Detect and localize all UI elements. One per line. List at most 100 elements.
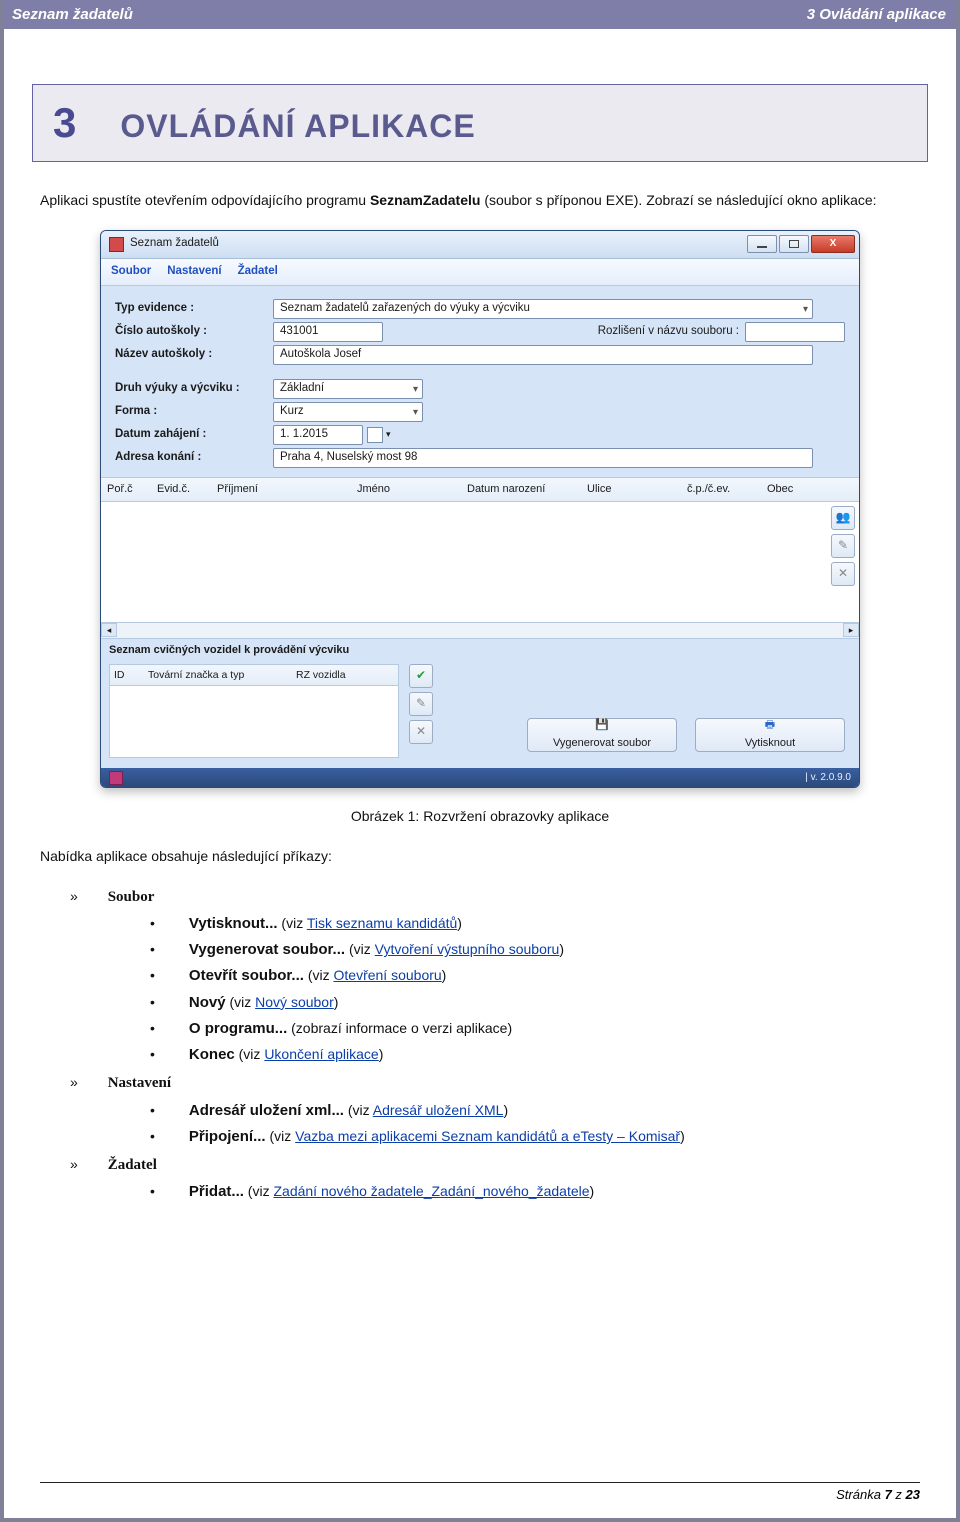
link-tisk-seznamu[interactable]: Tisk seznamu kandidátů bbox=[307, 915, 457, 931]
menu-name-soubor: Soubor bbox=[108, 889, 155, 905]
input-school-name[interactable]: Autoškola Josef bbox=[273, 345, 813, 365]
label-file-resolution: Rozlišení v názvu souboru : bbox=[598, 323, 739, 341]
input-file-resolution[interactable] bbox=[745, 322, 845, 342]
input-school-number[interactable]: 431001 bbox=[273, 322, 383, 342]
link-otevreni-souboru[interactable]: Otevření souboru bbox=[334, 967, 442, 983]
footer-of: z bbox=[892, 1487, 906, 1502]
menu-item-zadatel: Žadatel Přidat... (viz Zadání nového žad… bbox=[70, 1154, 920, 1204]
menu-soubor[interactable]: Soubor bbox=[111, 263, 151, 281]
delete-vehicle-button[interactable]: ✕ bbox=[409, 720, 433, 744]
intro-paragraph: Aplikaci spustíte otevřením odpovídající… bbox=[40, 190, 920, 212]
close-button[interactable]: X bbox=[811, 235, 855, 253]
save-icon: 💾 bbox=[595, 717, 609, 734]
cmd-label: O programu... bbox=[189, 1020, 287, 1037]
col-porc: Poř.č bbox=[107, 481, 147, 498]
col-prijmeni: Příjmení bbox=[217, 481, 347, 498]
col-ulice: Ulice bbox=[587, 481, 677, 498]
menubar: Soubor Nastavení Žadatel bbox=[101, 259, 859, 286]
check-icon: ✔ bbox=[416, 666, 426, 685]
edit-applicant-button[interactable]: ✎ bbox=[831, 534, 855, 558]
chapter-title: OVLÁDÁNÍ APLIKACE bbox=[120, 108, 475, 145]
maximize-button[interactable] bbox=[779, 235, 809, 253]
print-label: Vytisknout bbox=[745, 735, 795, 752]
cmd-pridat: Přidat... (viz Zadání nového žadatele_Za… bbox=[150, 1180, 920, 1203]
app-icon bbox=[109, 237, 124, 252]
page-footer: Stránka 7 z 23 bbox=[40, 1482, 920, 1502]
link-adresar-xml[interactable]: Adresář uložení XML bbox=[373, 1102, 504, 1118]
col-vehicle-rz: RZ vozidla bbox=[296, 667, 376, 683]
footer-page-number: 7 bbox=[885, 1487, 892, 1502]
chapter-number: 3 bbox=[53, 99, 76, 147]
document-page: Seznam žadatelů 3 Ovládání aplikace 3 OV… bbox=[0, 0, 960, 1522]
footer-total-pages: 23 bbox=[906, 1487, 920, 1502]
menu-nastaveni[interactable]: Nastavení bbox=[167, 263, 221, 281]
menu-outline: Soubor Vytisknout... (viz Tisk seznamu k… bbox=[70, 886, 920, 1204]
minimize-icon bbox=[757, 246, 767, 248]
calendar-icon[interactable] bbox=[367, 427, 383, 443]
select-training-type[interactable]: Základní bbox=[273, 379, 423, 399]
link-zadani-noveho-zadatele[interactable]: Zadání nového žadatele_Zadání_nového_žad… bbox=[273, 1183, 589, 1199]
header-left: Seznam žadatelů bbox=[10, 6, 133, 23]
intro-program-name: SeznamZadatelu bbox=[370, 192, 480, 208]
edit-icon: ✎ bbox=[416, 694, 426, 713]
link-vytvoreni-souboru[interactable]: Vytvoření výstupního souboru bbox=[375, 941, 560, 957]
label-start-date: Datum zahájení : bbox=[115, 426, 273, 444]
page-header-bar: Seznam žadatelů 3 Ovládání aplikace bbox=[4, 0, 956, 29]
print-button[interactable]: 🖶 Vytisknout bbox=[695, 718, 845, 752]
col-jmeno: Jméno bbox=[357, 481, 457, 498]
applicants-table-body: 👥 ✎ ✕ bbox=[101, 502, 859, 622]
menu-zadatel[interactable]: Žadatel bbox=[238, 263, 278, 281]
confirm-vehicle-button[interactable]: ✔ bbox=[409, 664, 433, 688]
applicants-table-header: Poř.č Evid.č. Příjmení Jméno Datum naroz… bbox=[101, 477, 859, 502]
vehicles-caption: Seznam cvičných vozidel k provádění výcv… bbox=[101, 638, 859, 662]
cmd-otevrit: Otevřít soubor... (viz Otevření souboru) bbox=[150, 964, 920, 987]
menu-name-zadatel: Žadatel bbox=[108, 1157, 157, 1173]
edit-icon: ✎ bbox=[838, 536, 848, 555]
add-applicant-button[interactable]: 👥 bbox=[831, 506, 855, 530]
select-form[interactable]: Kurz bbox=[273, 402, 423, 422]
col-cp: č.p./č.ev. bbox=[687, 481, 757, 498]
cmd-label: Vygenerovat soubor... bbox=[189, 941, 345, 958]
window-title: Seznam žadatelů bbox=[130, 235, 747, 253]
link-vazba-aplikaci[interactable]: Vazba mezi aplikacemi Seznam kandidátů a… bbox=[295, 1128, 680, 1144]
label-school-number: Číslo autoškoly : bbox=[115, 323, 273, 341]
horizontal-scrollbar[interactable]: ◂ ▸ bbox=[101, 622, 859, 638]
figure-caption: Obrázek 1: Rozvržení obrazovky aplikace bbox=[40, 806, 920, 828]
label-address: Adresa konání : bbox=[115, 449, 273, 467]
cmd-label: Připojení... bbox=[189, 1128, 266, 1145]
cmd-label: Nový bbox=[189, 994, 226, 1011]
printer-icon: 🖶 bbox=[765, 717, 775, 734]
maximize-icon bbox=[789, 240, 799, 248]
cmd-pripojeni: Připojení... (viz Vazba mezi aplikacemi … bbox=[150, 1125, 920, 1148]
statusbar: | v. 2.0.9.0 bbox=[101, 768, 859, 788]
scroll-left-arrow-icon[interactable]: ◂ bbox=[101, 623, 117, 637]
screenshot-app-window: Seznam žadatelů X Soubor Nastavení Žadat… bbox=[100, 230, 860, 789]
link-novy-soubor[interactable]: Nový soubor bbox=[255, 994, 334, 1010]
scroll-right-arrow-icon[interactable]: ▸ bbox=[843, 623, 859, 637]
col-vehicle-brand: Tovární značka a typ bbox=[148, 667, 288, 683]
window-titlebar: Seznam žadatelů X bbox=[101, 231, 859, 259]
cmd-konec: Konec (viz Ukončení aplikace) bbox=[150, 1043, 920, 1066]
cmd-label: Otevřít soubor... bbox=[189, 967, 304, 984]
chevron-down-icon[interactable]: ▾ bbox=[386, 428, 391, 442]
cmd-novy: Nový (viz Nový soubor) bbox=[150, 991, 920, 1014]
scroll-track[interactable] bbox=[117, 623, 843, 637]
generate-file-button[interactable]: 💾 Vygenerovat soubor bbox=[527, 718, 677, 752]
edit-vehicle-button[interactable]: ✎ bbox=[409, 692, 433, 716]
intro-text-pre: Aplikaci spustíte otevřením odpovídající… bbox=[40, 192, 370, 208]
cmd-label: Konec bbox=[189, 1046, 235, 1063]
status-version: | v. 2.0.9.0 bbox=[805, 770, 851, 786]
chapter-heading: 3 OVLÁDÁNÍ APLIKACE bbox=[32, 84, 928, 162]
cmd-label: Vytisknout... bbox=[189, 915, 278, 932]
minimize-button[interactable] bbox=[747, 235, 777, 253]
col-evid: Evid.č. bbox=[157, 481, 207, 498]
delete-applicant-button[interactable]: ✕ bbox=[831, 562, 855, 586]
select-type-evidence[interactable]: Seznam žadatelů zařazených do výuky a vý… bbox=[273, 299, 813, 319]
footer-label: Stránka bbox=[836, 1487, 884, 1502]
input-address[interactable]: Praha 4, Nuselský most 98 bbox=[273, 448, 813, 468]
input-start-date[interactable]: 1. 1.2015 bbox=[273, 425, 363, 445]
delete-icon: ✕ bbox=[838, 564, 848, 583]
link-ukonceni-aplikace[interactable]: Ukončení aplikace bbox=[264, 1046, 378, 1062]
cmd-vytisknout: Vytisknout... (viz Tisk seznamu kandidát… bbox=[150, 912, 920, 935]
cmd-label: Přidat... bbox=[189, 1183, 244, 1200]
